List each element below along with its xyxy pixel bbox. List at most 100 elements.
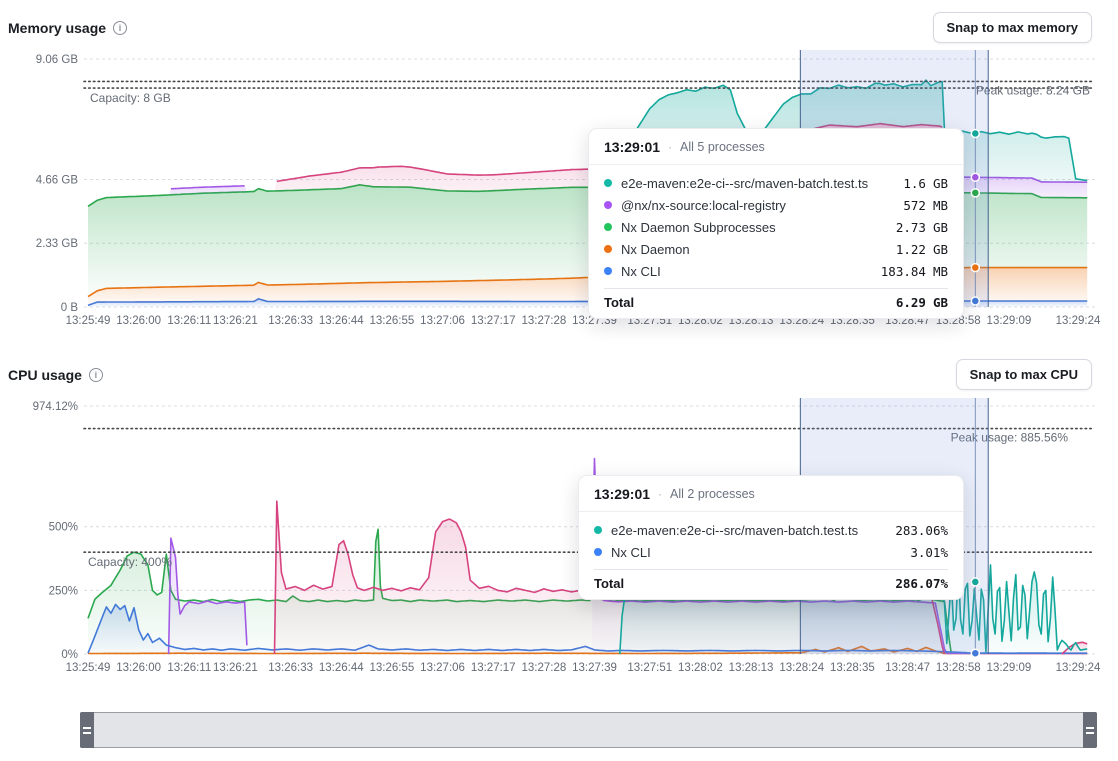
x-axis-label: 13:27:06 (420, 662, 465, 674)
hover-dot (971, 189, 979, 197)
cpu-chart-header: CPU usage i Snap to max CPU (8, 359, 1092, 390)
x-axis-label: 13:28:02 (678, 662, 723, 674)
memory-tooltip: 13:29:01 · All 5 processes e2e-maven:e2e… (588, 128, 964, 319)
x-axis-label: 13:26:55 (370, 662, 415, 674)
tooltip-total-label: Total (594, 576, 895, 591)
x-axis-label: 13:29:09 (987, 315, 1032, 327)
tooltip-series-unit: GB (933, 242, 948, 257)
range-left-handle[interactable] (80, 712, 94, 748)
tooltip-series-value: 283.06 (895, 523, 940, 538)
x-axis-label: 13:27:28 (521, 662, 566, 674)
profiler-page: Memory usage i Snap to max memory 9.06 G… (0, 0, 1118, 761)
x-axis-label: 13:26:21 (213, 315, 258, 327)
series-color-dot-icon (604, 245, 612, 253)
tooltip-series-value: 2.73 (896, 220, 926, 235)
tooltip-total-unit: GB (933, 295, 948, 310)
info-icon[interactable]: i (89, 368, 103, 382)
x-axis-label: 13:28:47 (885, 662, 930, 674)
tooltip-series-unit: GB (933, 220, 948, 235)
tooltip-series-name: e2e-maven:e2e-ci--src/maven-batch.test.t… (611, 523, 895, 538)
y-axis-label: 2.33 GB (36, 238, 79, 250)
tooltip-series-value: 183.84 (881, 264, 926, 279)
memory-chart-header: Memory usage i Snap to max memory (8, 12, 1092, 43)
x-axis-label: 13:28:35 (830, 662, 875, 674)
tooltip-series-name: e2e-maven:e2e-ci--src/maven-batch.test.t… (621, 176, 903, 191)
tooltip-series-name: @nx/nx-source:local-registry (621, 198, 903, 213)
peak-line-label: Peak usage: 8.24 GB (976, 83, 1090, 97)
x-axis-label: 13:27:51 (627, 662, 672, 674)
tooltip-row: e2e-maven:e2e-ci--src/maven-batch.test.t… (604, 172, 948, 194)
timeline-range-selector[interactable] (80, 712, 1097, 748)
tooltip-series-name: Nx CLI (621, 264, 881, 279)
x-axis-label: 13:26:55 (370, 315, 415, 327)
tooltip-timestamp: 13:29:01 (604, 139, 660, 155)
tooltip-series-unit: % (940, 523, 948, 538)
x-axis-label: 13:26:00 (116, 662, 161, 674)
tooltip-total-value: 6.29 (896, 295, 926, 310)
range-right-handle[interactable] (1083, 712, 1097, 748)
tooltip-rows: e2e-maven:e2e-ci--src/maven-batch.test.t… (579, 512, 963, 565)
hover-dot (971, 297, 979, 305)
tooltip-header: 13:29:01 · All 2 processes (579, 476, 963, 512)
tooltip-total-label: Total (604, 295, 896, 310)
y-axis-label: 9.06 GB (36, 54, 79, 66)
x-axis-label: 13:27:28 (521, 315, 566, 327)
x-axis-label: 13:28:58 (936, 662, 981, 674)
tooltip-total-row: Total 286.07 % (594, 569, 948, 599)
x-axis-label: 13:26:44 (319, 662, 364, 674)
y-axis-label: 500% (49, 522, 78, 534)
x-axis-label: 13:29:24 (1056, 662, 1101, 674)
tooltip-series-value: 3.01 (910, 545, 940, 560)
cpu-chart-title: CPU usage i (8, 367, 103, 383)
series-color-dot-icon (594, 548, 602, 556)
capacity-line-label: Capacity: 8 GB (90, 91, 171, 105)
memory-chart-title: Memory usage i (8, 20, 127, 36)
x-axis-label: 13:26:21 (213, 662, 258, 674)
y-axis-label: 0 B (61, 302, 79, 314)
hover-dot (971, 129, 979, 137)
y-axis-label: 4.66 GB (36, 174, 79, 186)
tooltip-row: Nx Daemon Subprocesses2.73 GB (604, 216, 948, 238)
hover-dot (971, 578, 979, 586)
x-axis-label: 13:26:11 (167, 662, 211, 674)
y-axis-label: 0% (61, 649, 78, 661)
tooltip-row: @nx/nx-source:local-registry572MB (604, 194, 948, 216)
series-color-dot-icon (604, 201, 612, 209)
tooltip-series-value: 572 (903, 198, 926, 213)
series-color-dot-icon (604, 223, 612, 231)
cpu-title-label: CPU usage (8, 367, 82, 383)
series-color-dot-icon (594, 526, 602, 534)
tooltip-series-name: Nx Daemon (621, 242, 896, 257)
tooltip-row: Nx Daemon1.22 GB (604, 238, 948, 260)
info-icon[interactable]: i (113, 21, 127, 35)
snap-to-max-cpu-button[interactable]: Snap to max CPU (956, 359, 1092, 390)
tooltip-row: Nx CLI183.84MB (604, 260, 948, 282)
x-axis-label: 13:25:49 (66, 315, 111, 327)
tooltip-series-value: 1.22 (896, 242, 926, 257)
hover-dot (971, 264, 979, 272)
tooltip-total-unit: % (940, 576, 948, 591)
drag-grip-icon (83, 727, 91, 734)
cpu-tooltip: 13:29:01 · All 2 processes e2e-maven:e2e… (578, 475, 964, 600)
tooltip-rows: e2e-maven:e2e-ci--src/maven-batch.test.t… (589, 165, 963, 284)
x-axis-label: 13:26:33 (268, 662, 313, 674)
x-axis-label: 13:25:49 (66, 662, 111, 674)
x-axis-label: 13:27:39 (572, 662, 617, 674)
tooltip-separator: · (668, 140, 672, 154)
series-area-local-registry (169, 538, 247, 654)
series-color-dot-icon (604, 179, 612, 187)
series-color-dot-icon (604, 267, 612, 275)
tooltip-series-name: Nx Daemon Subprocesses (621, 220, 896, 235)
capacity-line-label: Capacity: 400% (88, 555, 172, 569)
x-axis-label: 13:28:24 (779, 662, 824, 674)
snap-to-max-memory-button[interactable]: Snap to max memory (933, 12, 1093, 43)
memory-title-label: Memory usage (8, 20, 106, 36)
tooltip-timestamp: 13:29:01 (594, 486, 650, 502)
tooltip-series-value: 1.6 (903, 176, 926, 191)
tooltip-series-name: Nx CLI (611, 545, 910, 560)
y-axis-label: 974.12% (33, 401, 78, 413)
tooltip-process-count: All 5 processes (680, 140, 765, 154)
tooltip-series-unit: % (940, 545, 948, 560)
x-axis-label: 13:26:00 (116, 315, 161, 327)
tooltip-total-value: 286.07 (895, 576, 940, 591)
